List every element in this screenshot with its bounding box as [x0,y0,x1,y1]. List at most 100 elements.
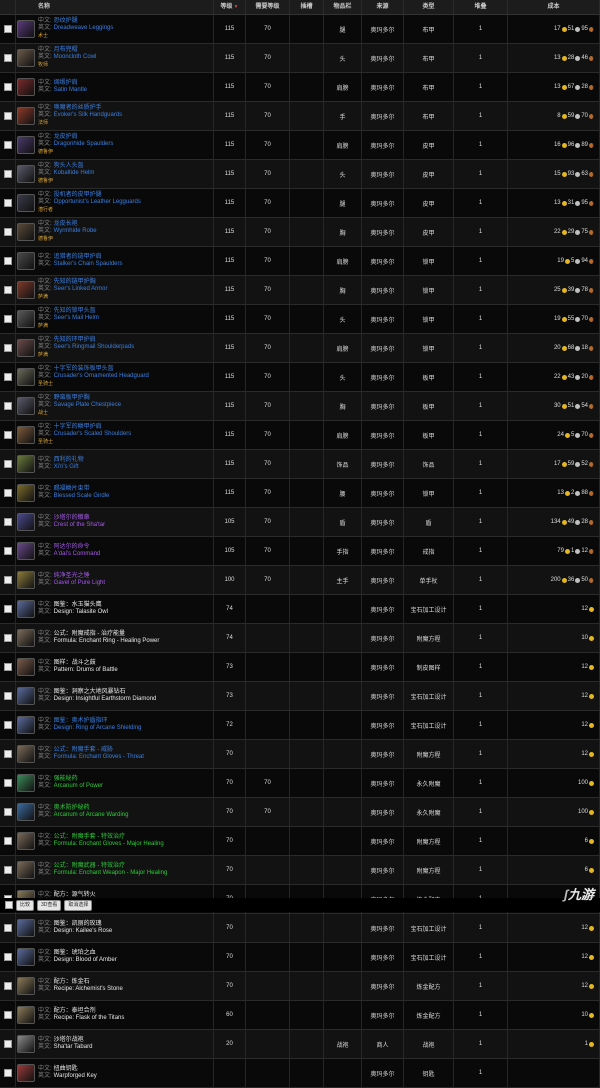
item-icon[interactable] [17,20,35,38]
header-level[interactable]: 等级▼ [214,0,246,14]
table-row[interactable]: 中文: 沙塔尔战袍 英文: Sha'tar Tabard 20 战袍 商人 战袍 1 1 [0,1030,600,1059]
row-checkbox[interactable] [3,402,12,410]
item-name-zh[interactable]: 沙塔尔战袍 [54,1037,84,1043]
item-name-en[interactable]: Formula: Enchant Gloves - Major Healing [54,841,164,847]
item-name-en[interactable]: Recipe: Alchemist's Stone [54,986,123,992]
row-checkbox[interactable] [3,924,12,932]
table-row[interactable]: 中文: 图鉴：凯丽的玫瑰 英文: Design: Kailee's Rose 70 奥玛多… [0,914,600,943]
item-icon[interactable] [17,832,35,850]
item-icon[interactable] [17,78,35,96]
compare-button[interactable]: 比较 [16,899,35,911]
header-required-level[interactable]: 需要等级 [246,0,290,14]
item-icon[interactable] [17,774,35,792]
item-icon[interactable] [17,571,35,589]
item-name-en[interactable]: Seer's Ringmail Shoulderpads [54,344,135,350]
table-row[interactable]: 中文: 西利的礼物 英文: Xi'ri's Gift 115 70 饰品 奥玛多尔 饰品 1 17 5… [0,450,600,479]
item-name-zh[interactable]: 沙塔尔的徽章 [54,515,90,521]
item-icon[interactable] [17,1064,35,1082]
row-checkbox[interactable] [3,634,12,642]
item-icon[interactable] [17,194,35,212]
item-name-zh[interactable]: 扭曲钥匙 [54,1066,78,1072]
header-stack[interactable]: 堆叠 [454,0,508,14]
table-row[interactable]: 中文: 公式：附魔手套 - 特效治疗 英文: Formula: Enchant Glo… [0,827,600,856]
row-checkbox[interactable] [3,692,12,700]
table-row[interactable]: 中文: 赐福鳞片束带 英文: Blessed Scale Girdle 115 70 腰奥玛… [0,479,600,508]
table-row[interactable]: 中文: 图样：战斗之鼓 英文: Pattern: Drums of Battle 73 奥… [0,653,600,682]
item-icon[interactable] [17,136,35,154]
item-icon[interactable] [17,252,35,270]
row-checkbox[interactable] [3,257,12,265]
table-row[interactable]: 中文: 图鉴：水玉猫头鹰 英文: Design: Talasite Owl 74 奥玛多尔… [0,595,600,624]
item-name-en[interactable]: Design: Talasite Owl [54,609,108,615]
item-icon[interactable] [17,107,35,125]
row-checkbox[interactable] [3,837,12,845]
row-checkbox[interactable] [3,808,12,816]
table-row[interactable]: 中文: 扭曲钥匙 英文: Warpforged Key 奥玛多尔 钥匙 1 [0,1059,600,1088]
table-row[interactable]: 中文: 狗头人头盔 英文: Kobaltide Helm 德鲁伊 115 70 头奥玛多尔 皮甲… [0,160,600,189]
item-name-en[interactable]: Design: Insightful Earthstorm Diamond [54,696,157,702]
item-name-zh[interactable]: 配方：炼金石 [54,979,90,985]
item-name-en[interactable]: Arcanum of Power [54,783,103,789]
item-name-zh[interactable]: 狗头人头盔 [54,163,84,169]
row-checkbox[interactable] [3,1069,12,1077]
header-slot[interactable]: 插槽 [290,0,324,14]
table-row[interactable]: 中文: 十字军的装饰板甲头盔 英文: Crusader's Ornamented He… [0,363,600,392]
item-name-en[interactable]: Design: Ring of Arcane Shielding [54,725,142,731]
row-checkbox[interactable] [3,199,12,207]
header-source[interactable]: 来源 [362,0,404,14]
item-name-zh[interactable]: 龙皮长袍 [54,221,78,227]
item-name-zh[interactable]: 先知的锁甲头盔 [54,308,96,314]
table-row[interactable]: 中文: 奥术防护秘药 英文: Arcanum of Arcane Warding 70 7… [0,798,600,827]
item-name-en[interactable]: Crest of the Sha'tar [54,522,106,528]
row-checkbox[interactable] [3,170,12,178]
table-row[interactable]: 中文: 月布兜帽 英文: Mooncloth Cowl 牧师 115 70 头奥玛多尔 布甲 1 1… [0,44,600,73]
row-checkbox[interactable] [3,83,12,91]
item-icon[interactable] [17,310,35,328]
item-name-zh[interactable]: 公式：附魔武器 - 特效治疗 [54,863,125,869]
item-name-zh[interactable]: 公式：附魔手套 - 特效治疗 [54,834,125,840]
table-row[interactable]: 中文: 野蛮板甲护胸 英文: Savage Plate Chestpiece 战士 115… [0,392,600,421]
table-row[interactable]: 中文: 唤魔者的丝质护手 英文: Evoker's Silk Handguards 法师… [0,102,600,131]
3d-view-button[interactable]: 3D查看 [37,899,62,911]
select-all-checkbox[interactable] [5,901,13,909]
item-name-zh[interactable]: 野蛮板甲护胸 [54,395,90,401]
item-name-zh[interactable]: 强能秘药 [54,776,78,782]
row-checkbox[interactable] [3,953,12,961]
item-name-en[interactable]: Warpforged Key [54,1073,97,1079]
item-name-en[interactable]: Mooncloth Cowl [54,54,97,60]
row-checkbox[interactable] [3,1040,12,1048]
item-name-en[interactable]: Satin Mantle [54,87,87,93]
item-name-zh[interactable]: 图鉴：奥术护盾指环 [54,718,108,724]
item-name-zh[interactable]: 图鉴：凯丽的玫瑰 [54,921,102,927]
item-icon[interactable] [17,658,35,676]
table-row[interactable]: 中文: 沙塔尔的徽章 英文: Crest of the Sha'tar 105 70 盾奥玛… [0,508,600,537]
row-checkbox[interactable] [3,54,12,62]
item-name-en[interactable]: Evoker's Silk Handguards [54,112,123,118]
item-name-en[interactable]: Kobaltide Helm [54,170,95,176]
item-name-en[interactable]: Design: Blood of Amber [54,957,117,963]
item-name-en[interactable]: Crusader's Scaled Shoulders [54,431,132,437]
item-name-en[interactable]: Dreadweave Leggings [54,25,114,31]
item-icon[interactable] [17,455,35,473]
deselect-button[interactable]: 取消选择 [64,899,93,911]
table-row[interactable]: 中文: 追猎者的链甲护肩 英文: Stalker's Chain Spaulders 1… [0,247,600,276]
item-icon[interactable] [17,919,35,937]
row-checkbox[interactable] [3,431,12,439]
row-checkbox[interactable] [3,663,12,671]
item-icon[interactable] [17,426,35,444]
table-row[interactable]: 中文: 图鉴：奥术护盾指环 英文: Design: Ring of Arcane Sh… [0,711,600,740]
item-name-zh[interactable]: 阿达尔的命令 [54,544,90,550]
table-row[interactable]: 中文: 图鉴：琥珀之血 英文: Design: Blood of Amber 70 奥玛多… [0,943,600,972]
item-name-zh[interactable]: 绸缎护肩 [54,80,78,86]
row-checkbox[interactable] [3,982,12,990]
item-icon[interactable] [17,745,35,763]
row-checkbox[interactable] [3,750,12,758]
item-icon[interactable] [17,223,35,241]
table-row[interactable]: 中文: 配方：炼金石 英文: Recipe: Alchemist's Stone 70 奥… [0,972,600,1001]
item-name-zh[interactable]: 图鉴：琥珀之血 [54,950,96,956]
item-name-zh[interactable]: 十字军的鳞甲护肩 [54,424,102,430]
item-icon[interactable] [17,368,35,386]
table-row[interactable]: 中文: 公式：附魔武器 - 特效治疗 英文: Formula: Enchant Wea… [0,856,600,885]
row-checkbox[interactable] [3,25,12,33]
item-name-zh[interactable]: 龙皮护肩 [54,134,78,140]
